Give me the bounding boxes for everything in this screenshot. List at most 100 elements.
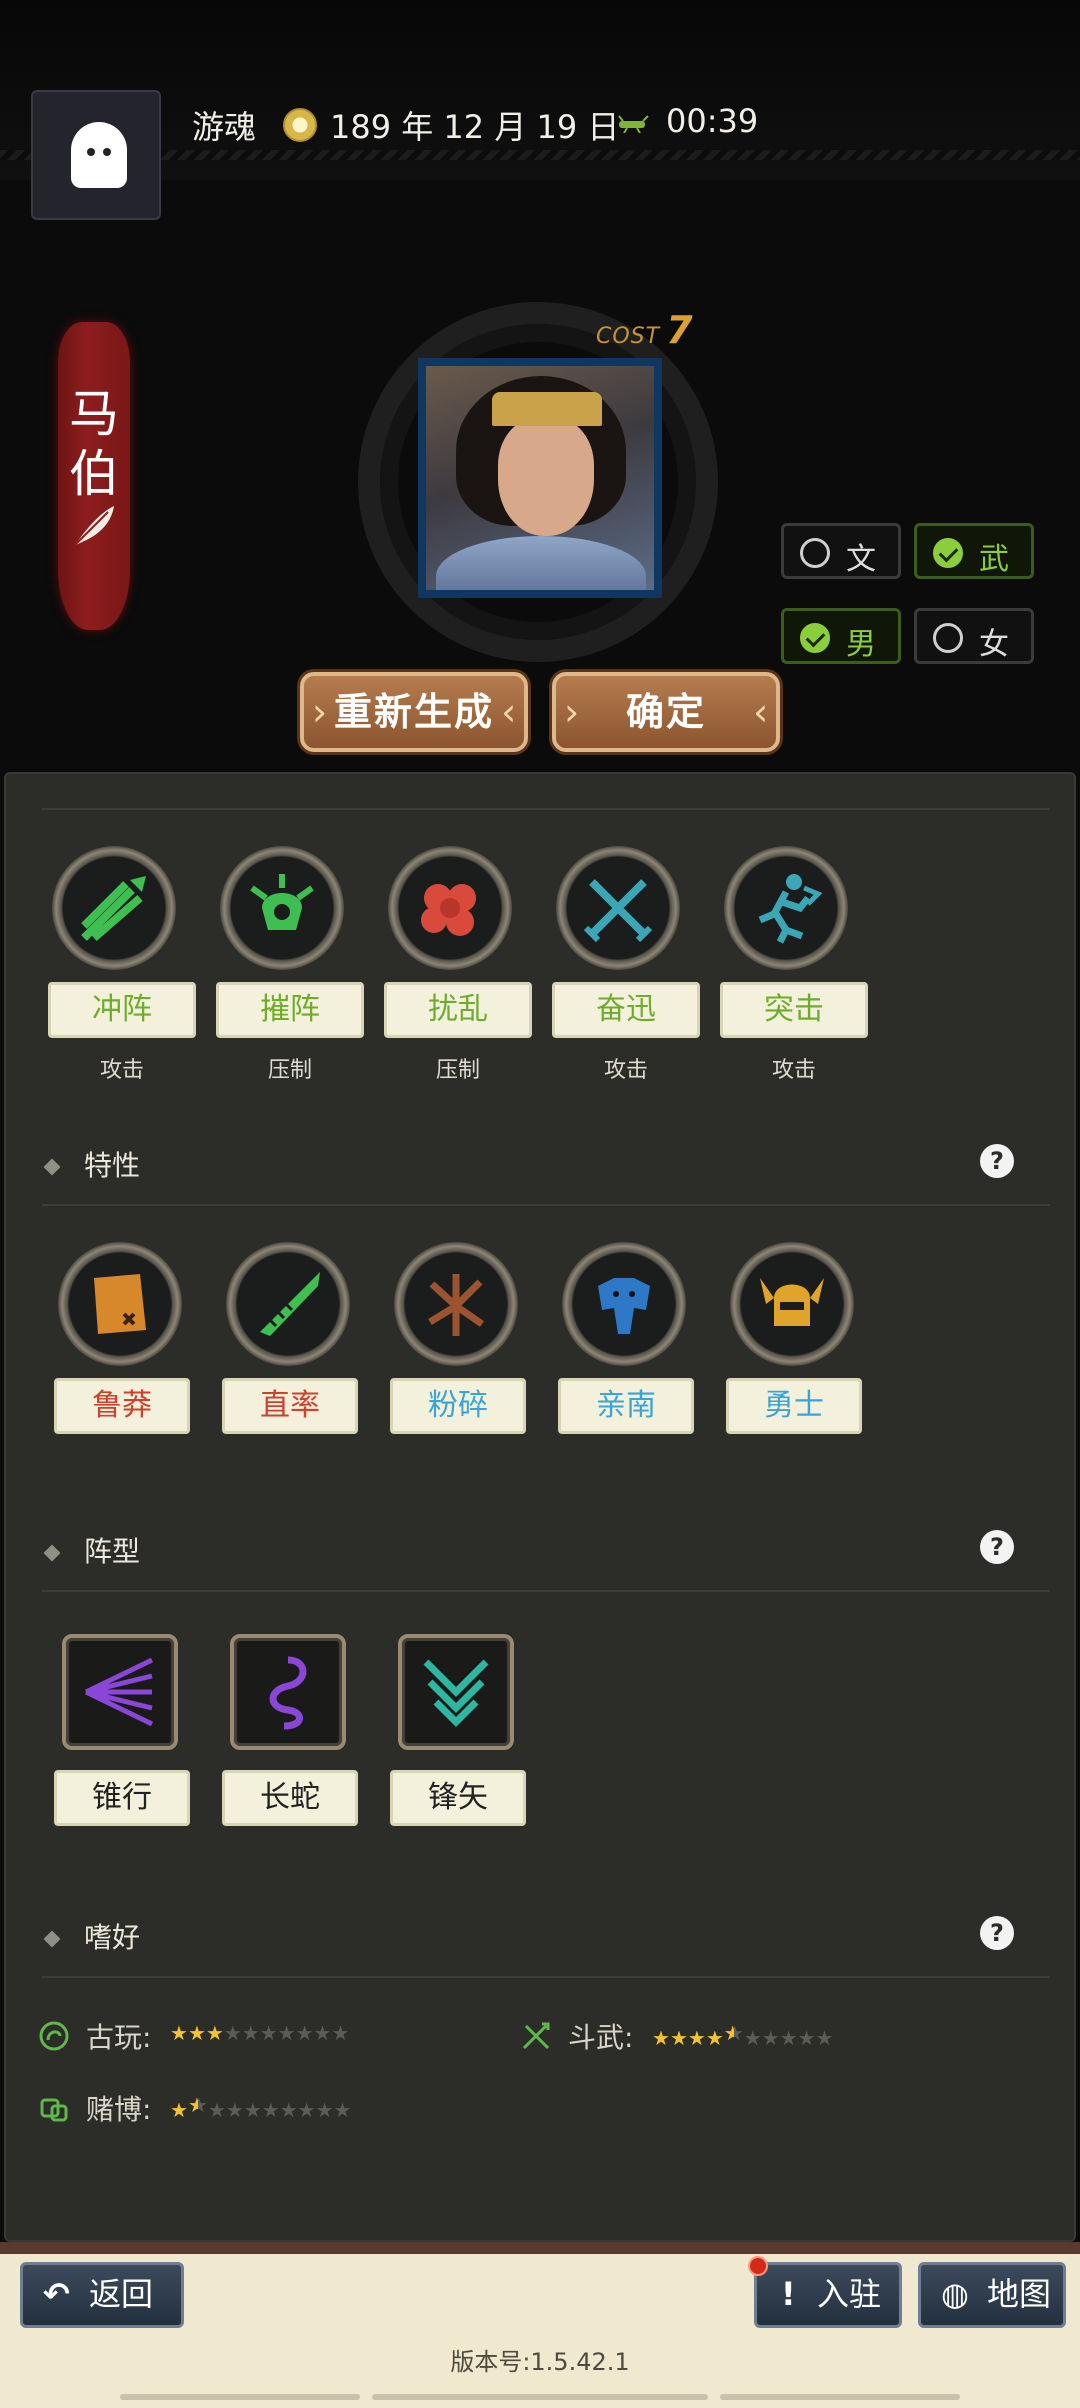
trait-item[interactable]: 亲南 — [558, 1242, 698, 1434]
skill-label: 突击 — [720, 982, 868, 1038]
crossed-swords-icon — [583, 879, 653, 943]
skill-label: 扰乱 — [384, 982, 532, 1038]
formations-help-icon[interactable]: ? — [980, 1530, 1014, 1564]
divider — [42, 808, 1050, 810]
top-bar — [0, 0, 1080, 180]
chaos-cloud-icon — [421, 884, 476, 936]
hobby-stars: ★★★★★★★★★★★ — [170, 2093, 352, 2122]
skill-label: 奋迅 — [552, 982, 700, 1038]
elephant-icon — [598, 1278, 650, 1334]
game-time: 00:39 — [666, 102, 759, 140]
charge-arrows-icon — [81, 876, 146, 942]
bug-icon — [618, 115, 649, 133]
divider — [42, 1590, 1050, 1592]
trait-label: 粉碎 — [390, 1378, 526, 1434]
diamond-bullet-icon — [43, 1158, 61, 1176]
crush-icon — [250, 874, 314, 930]
diamond-bullet-icon — [43, 1544, 61, 1562]
arrowhead-formation-icon — [423, 1659, 489, 1727]
player-name: 游魂 — [192, 108, 257, 146]
player-avatar[interactable] — [31, 90, 161, 220]
back-arrow-icon: ↶ — [43, 2275, 70, 2313]
snake-formation-icon — [269, 1656, 307, 1730]
skill-item[interactable]: 摧阵 压制 — [216, 846, 364, 1083]
bottom-band — [0, 2242, 1080, 2254]
toggle-military[interactable]: 武 — [914, 523, 1034, 579]
quill-icon[interactable] — [68, 500, 120, 552]
skill-type: 压制 — [267, 1058, 312, 1083]
skill-label: 冲阵 — [48, 982, 196, 1038]
radio-empty-icon — [800, 538, 830, 568]
hobby-label: 斗武: — [568, 2021, 634, 2054]
globe-icon: ◍ — [941, 2275, 969, 2313]
cost-value: 7 — [666, 308, 694, 352]
skill-type: 压制 — [435, 1058, 480, 1083]
divider — [42, 1976, 1050, 1978]
details-panel[interactable]: 冲阵 攻击 摧阵 压制 扰乱 压制 奋迅 攻击 突击 攻击 特性 ? 鲁莽 直率… — [4, 772, 1076, 2242]
trait-label: 勇士 — [726, 1378, 862, 1434]
back-button[interactable]: ↶ 返回 — [20, 2262, 184, 2328]
divider — [42, 1204, 1050, 1206]
bottom-bar: ↶ 返回 ! 入驻 ◍ 地图 版本号:1.5.42.1 — [0, 2242, 1080, 2408]
toggle-civil[interactable]: 文 — [781, 523, 901, 579]
nav-gesture-bar — [720, 2394, 960, 2400]
ghost-avatar-icon — [71, 122, 127, 188]
hobby-stars: ★★★★★★★★★★ — [170, 2021, 350, 2045]
trait-item[interactable]: 直率 — [222, 1242, 362, 1434]
version-label: 版本号:1.5.42.1 — [450, 2348, 630, 2376]
trait-item[interactable]: 勇士 — [726, 1242, 866, 1434]
skill-item[interactable]: 奋迅 攻击 — [552, 846, 700, 1083]
trait-item[interactable]: 粉碎 — [390, 1242, 530, 1434]
regenerate-button[interactable]: 重新生成 — [300, 672, 528, 752]
character-name-banner: 马 伯 — [58, 322, 130, 630]
formation-item[interactable]: 锥行 — [54, 1634, 194, 1826]
diamond-bullet-icon — [43, 1930, 61, 1948]
game-date: 189 年 12 月 19 日 — [330, 108, 620, 146]
cost-display: COST 7 — [596, 308, 694, 352]
map-button[interactable]: ◍ 地图 — [918, 2262, 1066, 2328]
formation-item[interactable]: 长蛇 — [222, 1634, 362, 1826]
formations-section-title: 阵型 — [43, 1530, 140, 1570]
nav-gesture-bar — [372, 2394, 708, 2400]
trait-item[interactable]: 鲁莽 — [54, 1242, 194, 1434]
hobbies-help-icon[interactable]: ? — [980, 1916, 1014, 1950]
check-icon — [933, 538, 963, 568]
skill-item[interactable]: 扰乱 压制 — [384, 846, 532, 1083]
hobby-label: 古玩: — [86, 2021, 152, 2054]
nav-gesture-bar — [120, 2394, 360, 2400]
settle-button[interactable]: ! 入驻 — [754, 2262, 902, 2328]
exclamation-icon: ! — [781, 2275, 796, 2313]
formation-label: 长蛇 — [222, 1770, 358, 1826]
character-portrait — [418, 358, 662, 598]
formation-label: 锋矢 — [390, 1770, 526, 1826]
dice-icon — [40, 2098, 68, 2122]
cone-formation-icon — [84, 1657, 154, 1727]
traits-help-icon[interactable]: ? — [980, 1144, 1014, 1178]
formation-label: 锥行 — [54, 1770, 190, 1826]
assault-runner-icon — [758, 874, 823, 944]
name-char-2: 伯 — [69, 445, 119, 503]
cost-label: COST — [596, 324, 661, 349]
hobby-label: 赌博: — [86, 2093, 152, 2126]
skill-type: 攻击 — [99, 1058, 144, 1083]
formation-item[interactable]: 锋矢 — [390, 1634, 530, 1826]
toggle-male[interactable]: 男 — [781, 608, 901, 664]
skill-type: 攻击 — [771, 1058, 816, 1083]
skill-item[interactable]: 突击 攻击 — [720, 846, 868, 1083]
skill-type: 攻击 — [603, 1058, 648, 1083]
traits-section-title: 特性 — [43, 1144, 140, 1184]
trait-label: 亲南 — [558, 1378, 694, 1434]
toggle-female[interactable]: 女 — [914, 608, 1034, 664]
horned-helmet-icon — [760, 1278, 824, 1326]
arrow-blade-icon — [260, 1272, 320, 1336]
skill-label: 摧阵 — [216, 982, 364, 1038]
trait-label: 鲁莽 — [54, 1378, 190, 1434]
hobbies-section-title: 嗜好 — [43, 1916, 140, 1956]
radio-empty-icon — [933, 623, 963, 653]
era-coin-icon — [283, 108, 317, 142]
trait-label: 直率 — [222, 1378, 358, 1434]
map-scroll-icon — [94, 1274, 146, 1334]
skill-item[interactable]: 冲阵 攻击 — [48, 846, 196, 1083]
check-icon — [800, 623, 830, 653]
confirm-button[interactable]: 确定 — [552, 672, 780, 752]
